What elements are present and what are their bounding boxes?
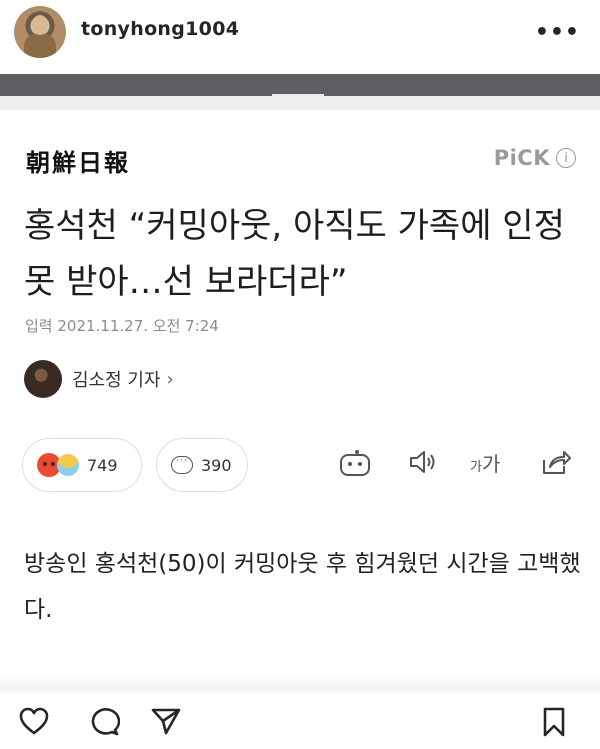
info-icon[interactable]: i — [556, 148, 576, 168]
pick-label: PiCK — [493, 146, 550, 170]
avatar-coat — [24, 34, 56, 58]
send-icon[interactable] — [150, 706, 182, 742]
article-headline: 홍석천 “커밍아웃, 아직도 가족에 인정 못 받아…선 보라더라” — [24, 206, 565, 302]
newspaper-logo: 朝鮮日報 — [26, 148, 130, 177]
post-header: tonyhong1004 ••• — [0, 0, 600, 72]
font-size-button[interactable]: 가가 — [470, 448, 500, 477]
reporter-name: 김소정 기자 — [72, 370, 161, 391]
reporter-avatar — [24, 360, 62, 398]
chevron-right-icon: › — [166, 368, 174, 390]
reporter-byline[interactable]: 김소정 기자 › — [24, 360, 174, 398]
reactions-button[interactable]: 749 — [22, 438, 142, 492]
robot-icon — [340, 450, 370, 476]
summary-bot-button[interactable] — [340, 448, 370, 476]
share-arrow-icon — [543, 451, 571, 474]
comment-icon[interactable] — [88, 706, 121, 742]
more-options-icon[interactable]: ••• — [535, 20, 580, 45]
speaker-icon — [410, 451, 435, 473]
article-share-button[interactable] — [540, 448, 572, 482]
heart-icon[interactable] — [18, 706, 50, 742]
comments-button[interactable]: ··· 390 — [156, 438, 248, 492]
bookmark-icon[interactable] — [540, 706, 568, 744]
comment-bubble-icon: ··· — [171, 456, 193, 474]
sad-emoji-icon — [57, 454, 79, 476]
comments-count: 390 — [201, 455, 232, 475]
app-top-bar — [0, 74, 600, 97]
username[interactable]: tonyhong1004 — [81, 18, 239, 40]
article-body: 방송인 홍석천(50)이 커밍아웃 후 힘겨웠던 시간을 고백했다. — [24, 551, 581, 623]
post-action-bar — [0, 696, 600, 749]
avatar[interactable] — [14, 6, 66, 58]
listen-button[interactable] — [408, 448, 438, 482]
publish-date: 입력 2021.11.27. 오전 7:24 — [25, 317, 219, 335]
faded-text-row — [0, 676, 600, 696]
divider-strip — [0, 96, 600, 110]
font-size-icon: 가가 — [470, 452, 501, 476]
pick-badge[interactable]: PiCK i — [494, 146, 576, 170]
avatar-face — [32, 15, 48, 35]
reactions-count: 749 — [87, 455, 118, 475]
